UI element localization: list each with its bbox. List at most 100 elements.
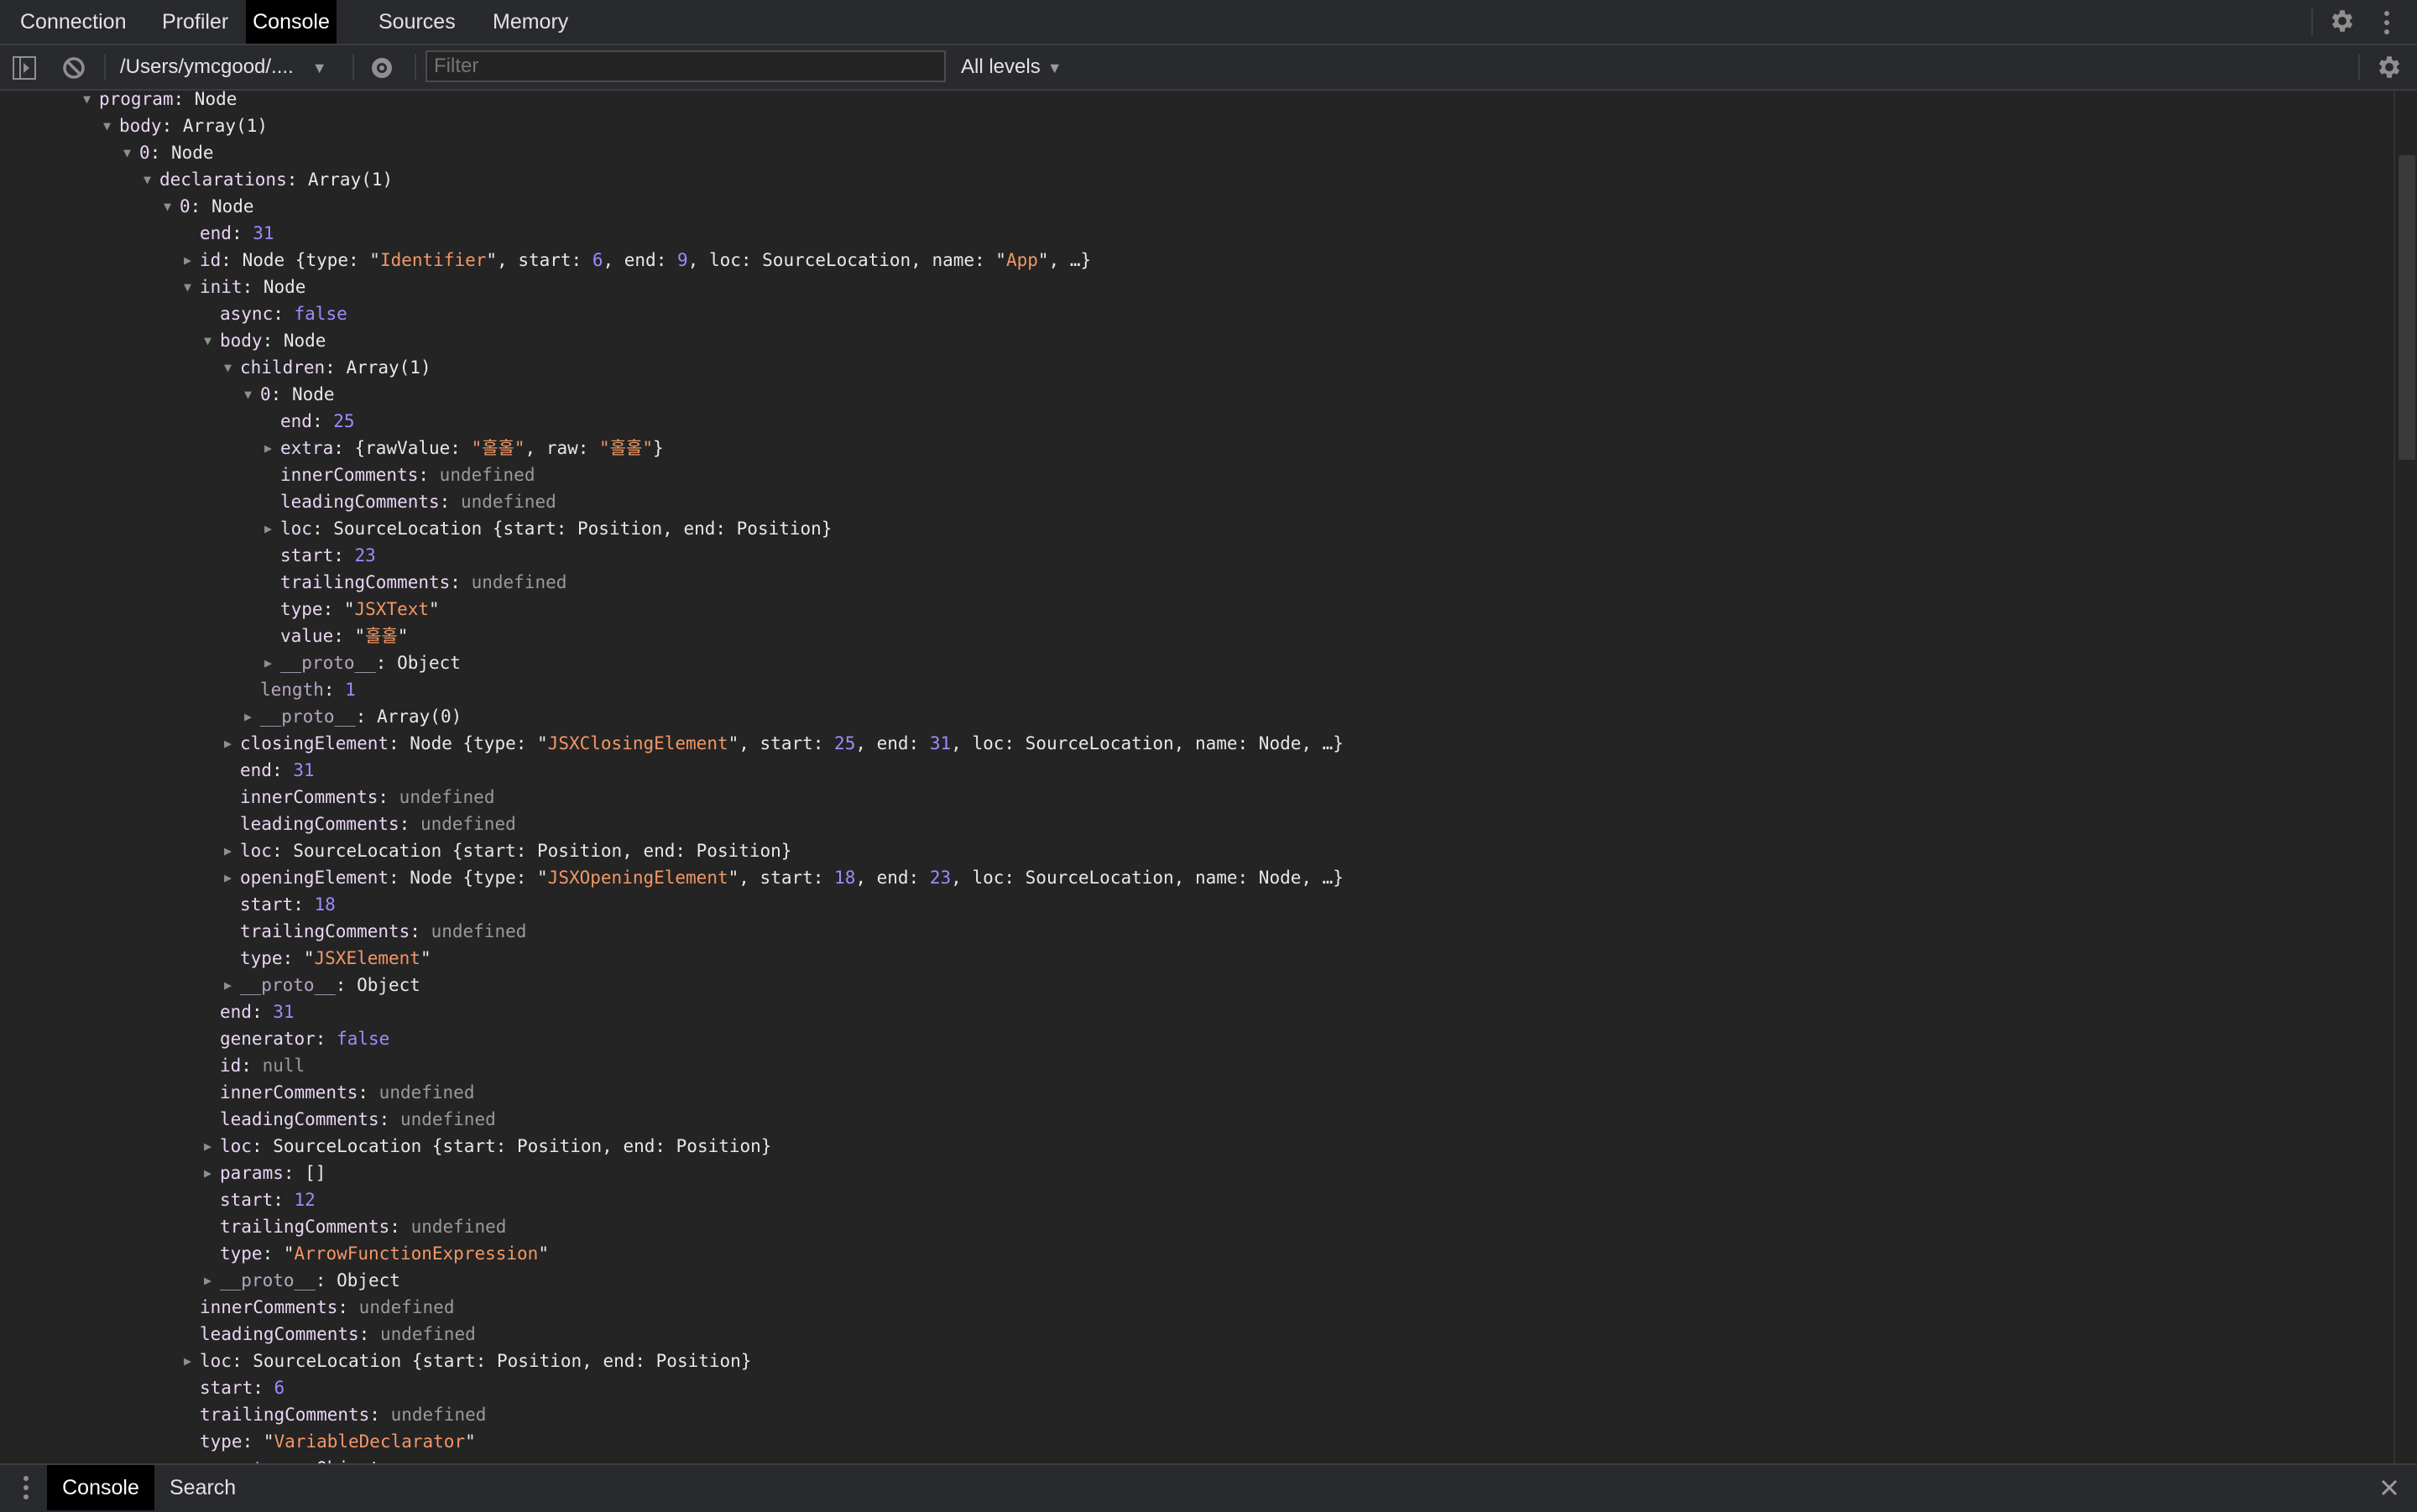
property-key: loc — [280, 519, 312, 539]
console-tree-row[interactable]: ▼ body: Node — [204, 327, 326, 354]
console-settings-gear-icon[interactable] — [2375, 53, 2404, 86]
console-tree-row[interactable]: ▶ loc: SourceLocation {start: Position, e… — [184, 1348, 752, 1374]
drawer-menu-kebab-icon[interactable] — [22, 1475, 30, 1504]
expanded-triangle-icon[interactable]: ▼ — [224, 354, 232, 381]
collapsed-triangle-icon[interactable]: ▶ — [264, 649, 272, 676]
console-tree-row[interactable]: ▶__proto__: Object — [184, 1455, 380, 1463]
expanded-triangle-icon[interactable]: ▼ — [103, 112, 111, 139]
tab-memory[interactable]: Memory — [472, 0, 588, 44]
property-key: declarations — [159, 169, 287, 190]
levels-label: All levels — [961, 55, 1041, 78]
console-tree-row[interactable]: ▼ 0: Node — [244, 381, 335, 408]
property-value: : {rawValue: — [333, 438, 472, 458]
property-key: __proto__ — [240, 975, 336, 995]
console-tree-row[interactable]: ▼ init: Node — [184, 274, 305, 300]
block-icon[interactable] — [61, 55, 86, 85]
console-tree-row[interactable]: ▶ loc: SourceLocation {start: Position, e… — [264, 515, 832, 542]
tab-connection[interactable]: Connection — [0, 0, 146, 44]
context-selector[interactable]: /Users/ymcgood/.... ▼ — [120, 45, 327, 89]
property-value: : Object — [375, 653, 461, 673]
sidebar-toggle-icon[interactable] — [13, 56, 36, 84]
console-tree-row[interactable]: ▼ 0: Node — [164, 193, 254, 220]
property-key: type — [220, 1243, 263, 1264]
property-value: : SourceLocation {start: Position, end: … — [231, 1351, 752, 1371]
collapsed-triangle-icon[interactable]: ▶ — [264, 515, 272, 542]
divider — [415, 54, 416, 81]
property-key: params — [220, 1163, 284, 1183]
collapsed-triangle-icon[interactable]: ▶ — [204, 1267, 211, 1294]
tab-sources[interactable]: Sources — [358, 0, 476, 44]
collapsed-triangle-icon[interactable]: ▶ — [224, 837, 232, 864]
console-tree-row[interactable]: ▶ loc: SourceLocation {start: Position, e… — [224, 837, 791, 864]
property-key: end — [200, 223, 232, 243]
expanded-triangle-icon[interactable]: ▼ — [184, 274, 191, 300]
property-value: 31 — [929, 733, 952, 753]
property-value: " — [420, 948, 431, 968]
collapsed-triangle-icon[interactable]: ▶ — [224, 972, 232, 998]
collapsed-triangle-icon[interactable]: ▶ — [184, 1348, 191, 1374]
console-tree-row[interactable]: ▶ params: [] — [204, 1160, 326, 1186]
close-icon[interactable] — [2380, 1478, 2399, 1501]
console-tree-row[interactable]: ▼ declarations: Array(1) — [144, 166, 393, 193]
console-tree-row: type: "JSXElement" — [240, 945, 431, 972]
drawer-tab-search[interactable]: Search — [151, 1465, 254, 1510]
console-tree-row[interactable]: ▶__proto__: Object — [204, 1267, 400, 1294]
property-value: , loc: SourceLocation, name: " — [687, 250, 1006, 270]
property-key: 0 — [260, 384, 271, 404]
property-key: innerComments — [200, 1297, 338, 1317]
console-tree-row: start: 12 — [220, 1186, 316, 1213]
property-key: end — [240, 760, 272, 780]
tab-profiler[interactable]: Profiler — [142, 0, 248, 44]
gear-icon[interactable] — [2328, 7, 2357, 39]
property-value: : — [273, 1190, 295, 1210]
expanded-triangle-icon[interactable]: ▼ — [144, 166, 151, 193]
collapsed-triangle-icon[interactable]: ▶ — [224, 730, 232, 757]
property-value: undefined — [399, 1109, 496, 1129]
console-tree-row[interactable]: ▶__proto__: Object — [264, 649, 461, 676]
console-tree-row[interactable]: ▶ __proto__: Array(0) — [244, 703, 462, 730]
collapsed-triangle-icon[interactable]: ▶ — [184, 1455, 191, 1463]
console-tree-row[interactable]: ▼ body: Array(1) — [103, 112, 268, 139]
property-value: null — [262, 1056, 305, 1076]
console-tree-row[interactable]: ▼ program: Node — [83, 91, 238, 112]
log-levels-dropdown[interactable]: All levels ▼ — [961, 45, 1062, 90]
expanded-triangle-icon[interactable]: ▼ — [83, 91, 91, 112]
property-key: start — [200, 1378, 253, 1398]
property-value: : — [399, 814, 420, 834]
console-tree-row: trailingComments: undefined — [220, 1213, 506, 1240]
console-tree-row[interactable]: ▶ openingElement: Node {type: "JSXOpening… — [224, 864, 1344, 891]
kebab-icon[interactable] — [2382, 10, 2392, 39]
property-value: undefined — [431, 921, 527, 941]
drawer-tab-console[interactable]: Console — [47, 1465, 154, 1510]
property-value: : " — [322, 599, 355, 619]
property-value: : Node — [149, 143, 214, 163]
property-value: : Node {type: " — [221, 250, 380, 270]
collapsed-triangle-icon[interactable]: ▶ — [204, 1160, 211, 1186]
collapsed-triangle-icon[interactable]: ▶ — [184, 247, 191, 274]
console-tree-row[interactable]: ▶ closingElement: Node {type: "JSXClosing… — [224, 730, 1344, 757]
expanded-triangle-icon[interactable]: ▼ — [123, 139, 131, 166]
collapsed-triangle-icon[interactable]: ▶ — [264, 435, 272, 461]
property-key: value — [280, 626, 334, 646]
console-tree-row[interactable]: ▶ id: Node {type: "Identifier", start: 6,… — [184, 247, 1091, 274]
property-value: JSXElement — [314, 948, 420, 968]
filter-input[interactable] — [425, 50, 946, 82]
console-tree-row[interactable]: ▼ children: Array(1) — [224, 354, 431, 381]
console-tree-row[interactable]: ▶__proto__: Object — [224, 972, 420, 998]
expanded-triangle-icon[interactable]: ▼ — [204, 327, 211, 354]
expanded-triangle-icon[interactable]: ▼ — [244, 381, 252, 408]
collapsed-triangle-icon[interactable]: ▶ — [244, 703, 252, 730]
property-value: : — [378, 787, 399, 807]
property-value: 9 — [677, 250, 688, 270]
scrollbar-thumb[interactable] — [2399, 155, 2415, 460]
console-tree-row[interactable]: ▼ 0: Node — [123, 139, 214, 166]
eye-icon[interactable] — [368, 55, 395, 86]
expanded-triangle-icon[interactable]: ▼ — [164, 193, 171, 220]
collapsed-triangle-icon[interactable]: ▶ — [224, 864, 232, 891]
console-tree-row[interactable]: ▶ extra: {rawValue: "홀홀", raw: "홀홀"} — [264, 435, 664, 461]
tab-console[interactable]: Console — [246, 0, 337, 44]
console-tree-row[interactable]: ▶ loc: SourceLocation {start: Position, e… — [204, 1133, 771, 1160]
property-value: : Node — [173, 91, 238, 109]
console-scrollbar[interactable] — [2394, 91, 2417, 1463]
collapsed-triangle-icon[interactable]: ▶ — [204, 1133, 211, 1160]
